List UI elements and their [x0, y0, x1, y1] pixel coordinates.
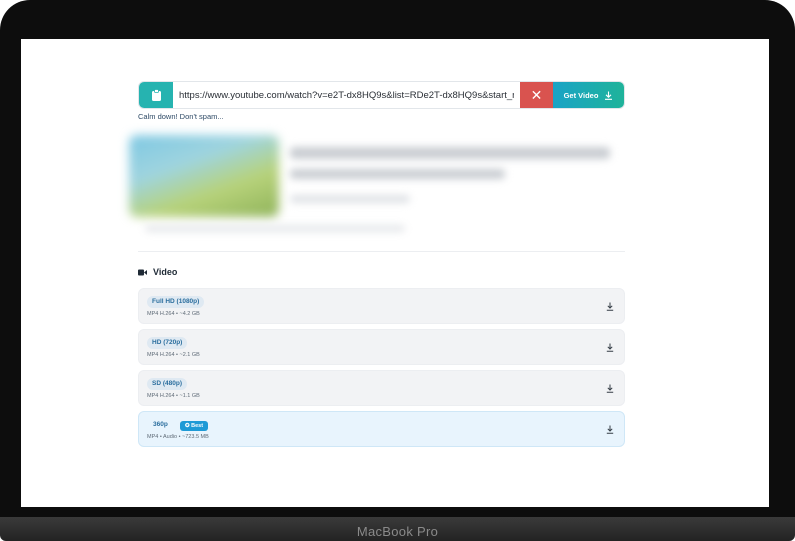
- paste-button[interactable]: [139, 82, 173, 108]
- format-label: Full HD (1080p): [147, 296, 205, 308]
- blurred-title: [290, 147, 610, 159]
- device-label: MacBook Pro: [356, 524, 439, 539]
- download-icon: [605, 91, 613, 100]
- format-meta: MP4 • Audio • ~723.5 MB: [147, 434, 209, 440]
- format-meta: MP4 H.264 • ~2.1 GB: [147, 352, 200, 358]
- url-input[interactable]: [173, 82, 520, 108]
- get-video-button[interactable]: Get Video: [553, 82, 624, 108]
- get-video-label: Get Video: [563, 90, 599, 100]
- download-icon[interactable]: [606, 425, 614, 434]
- download-icon[interactable]: [606, 384, 614, 393]
- format-meta: MP4 H.264 • ~1.1 GB: [147, 393, 200, 399]
- download-icon[interactable]: [606, 343, 614, 352]
- laptop-frame: MacBook Pro ✕ Get Video Calm down! Don't…: [0, 0, 795, 541]
- format-label: 360p: [153, 421, 168, 428]
- star-icon: ✪: [185, 423, 190, 429]
- video-camera-icon: [138, 269, 147, 275]
- app-screen: ✕ Get Video Calm down! Don't spam...: [21, 39, 769, 507]
- close-icon: ✕: [530, 86, 543, 103]
- format-row[interactable]: Full HD (1080p) MP4 H.264 • ~4.2 GB: [138, 288, 625, 324]
- blurred-meta: [145, 225, 405, 232]
- clipboard-icon: [151, 89, 161, 101]
- format-label: SD (480p): [147, 378, 187, 390]
- url-bar: ✕ Get Video: [138, 81, 625, 109]
- format-row-best[interactable]: 360p ✪ Best MP4 • Audio • ~723.5 MB: [138, 411, 625, 447]
- download-icon[interactable]: [606, 302, 614, 311]
- format-meta: MP4 H.264 • ~4.2 GB: [147, 311, 200, 317]
- format-label: HD (720p): [147, 337, 188, 349]
- best-badge-label: Best: [191, 423, 204, 429]
- section-title: Video: [138, 267, 177, 277]
- blurred-meta: [290, 195, 410, 203]
- section-title-text: Video: [153, 267, 178, 277]
- clear-button[interactable]: ✕: [520, 82, 553, 108]
- rate-limit-hint: Calm down! Don't spam...: [138, 112, 224, 121]
- format-row[interactable]: HD (720p) MP4 H.264 • ~2.1 GB: [138, 329, 625, 365]
- divider: [138, 251, 625, 252]
- best-badge: ✪ Best: [180, 421, 209, 431]
- video-thumbnail: [129, 135, 279, 217]
- format-row[interactable]: SD (480p) MP4 H.264 • ~1.1 GB: [138, 370, 625, 406]
- video-preview: [125, 125, 630, 243]
- blurred-title: [290, 169, 505, 179]
